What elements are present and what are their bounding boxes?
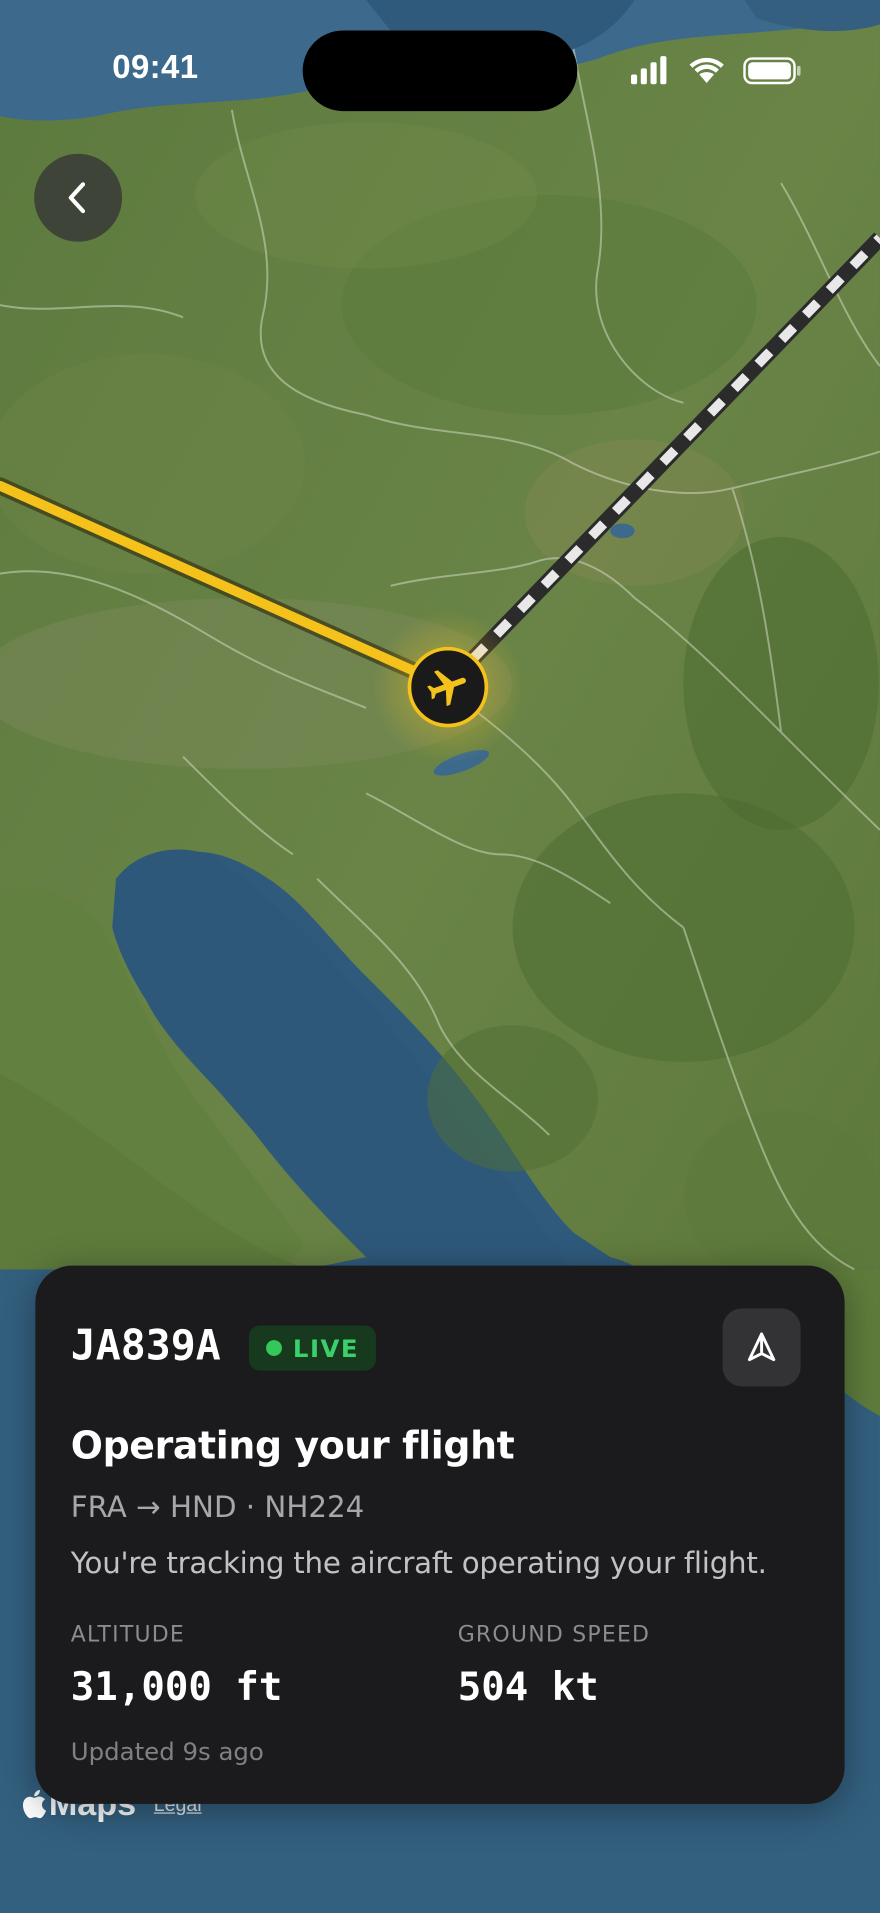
back-button[interactable] bbox=[34, 153, 123, 242]
aircraft-registration: JA839A bbox=[70, 1321, 221, 1371]
wifi-icon bbox=[689, 57, 724, 83]
flight-info-card: JA839A LIVE Operating your flight FRA → … bbox=[35, 1265, 845, 1804]
ground-speed-value: 504 kt bbox=[457, 1663, 599, 1710]
live-label: LIVE bbox=[292, 1333, 359, 1363]
app-screen: 09:41 Legal JA839A LIVE Operating your f… bbox=[0, 0, 880, 1913]
airplane-icon bbox=[427, 670, 466, 707]
chevron-left-icon bbox=[68, 182, 86, 214]
card-title: Operating your flight bbox=[70, 1424, 515, 1469]
signal-icon bbox=[630, 56, 667, 85]
route-info: FRA → HND · NH224 bbox=[70, 1490, 365, 1525]
navigation-arrow-icon bbox=[747, 1332, 776, 1362]
ground-speed-label: GROUND SPEED bbox=[457, 1622, 651, 1648]
live-dot-icon bbox=[266, 1340, 282, 1356]
status-time: 09:41 bbox=[112, 48, 199, 86]
recenter-button[interactable] bbox=[722, 1308, 801, 1387]
apple-logo-icon bbox=[22, 1789, 47, 1819]
dynamic-island bbox=[302, 30, 578, 112]
altitude-value: 31,000 ft bbox=[70, 1663, 283, 1710]
aircraft-marker[interactable] bbox=[407, 646, 489, 728]
updated-timestamp: Updated 9s ago bbox=[70, 1736, 264, 1767]
status-icons bbox=[627, 54, 801, 88]
battery-icon bbox=[743, 57, 801, 85]
altitude-label: ALTITUDE bbox=[70, 1622, 186, 1648]
card-description: You're tracking the aircraft operating y… bbox=[70, 1546, 767, 1581]
live-badge: LIVE bbox=[248, 1325, 377, 1371]
